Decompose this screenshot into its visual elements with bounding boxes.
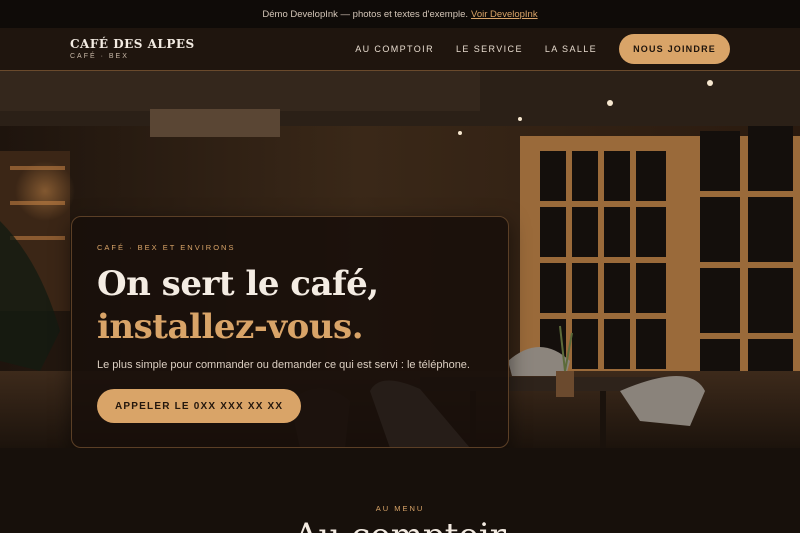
- demo-banner-link[interactable]: Voir DevelopInk: [471, 9, 538, 20]
- brand-logo[interactable]: CAFÉ DES ALPES CAFÉ · BEX: [70, 37, 195, 60]
- hero-eyebrow: CAFÉ · BEX ET ENVIRONS: [97, 243, 236, 252]
- hero-headline-line1: On sert le café,: [97, 264, 379, 304]
- brand-name: CAFÉ DES ALPES: [70, 37, 195, 51]
- call-button[interactable]: APPELER LE 0XX XXX XX XX: [97, 389, 302, 423]
- main-nav: AU COMPTOIR LE SERVICE LA SALLE NOUS JOI…: [355, 34, 730, 64]
- site-header: CAFÉ DES ALPES CAFÉ · BEX AU COMPTOIR LE…: [0, 28, 800, 71]
- hero-headline-line2: installez-vous.: [97, 307, 364, 347]
- nav-link-service[interactable]: LE SERVICE: [456, 44, 523, 54]
- hero-headline: On sert le café, installez-vous.: [97, 263, 379, 349]
- nav-link-salle[interactable]: LA SALLE: [545, 44, 597, 54]
- menu-section: AU MENU Au comptoir: [0, 448, 800, 533]
- demo-banner-text: Démo DevelopInk — photos et textes d'exe…: [262, 8, 469, 20]
- menu-title: Au comptoir: [0, 516, 800, 533]
- hero-section: CAFÉ · BEX ET ENVIRONS On sert le café, …: [0, 71, 800, 448]
- hero-lead: Le plus simple pour commander ou demande…: [97, 359, 470, 371]
- nav-link-comptoir[interactable]: AU COMPTOIR: [355, 44, 434, 54]
- menu-eyebrow: AU MENU: [375, 504, 425, 513]
- contact-button[interactable]: NOUS JOINDRE: [619, 34, 730, 64]
- brand-tagline: CAFÉ · BEX: [70, 53, 129, 60]
- demo-banner: Démo DevelopInk — photos et textes d'exe…: [0, 0, 800, 28]
- hero-card: CAFÉ · BEX ET ENVIRONS On sert le café, …: [71, 216, 509, 448]
